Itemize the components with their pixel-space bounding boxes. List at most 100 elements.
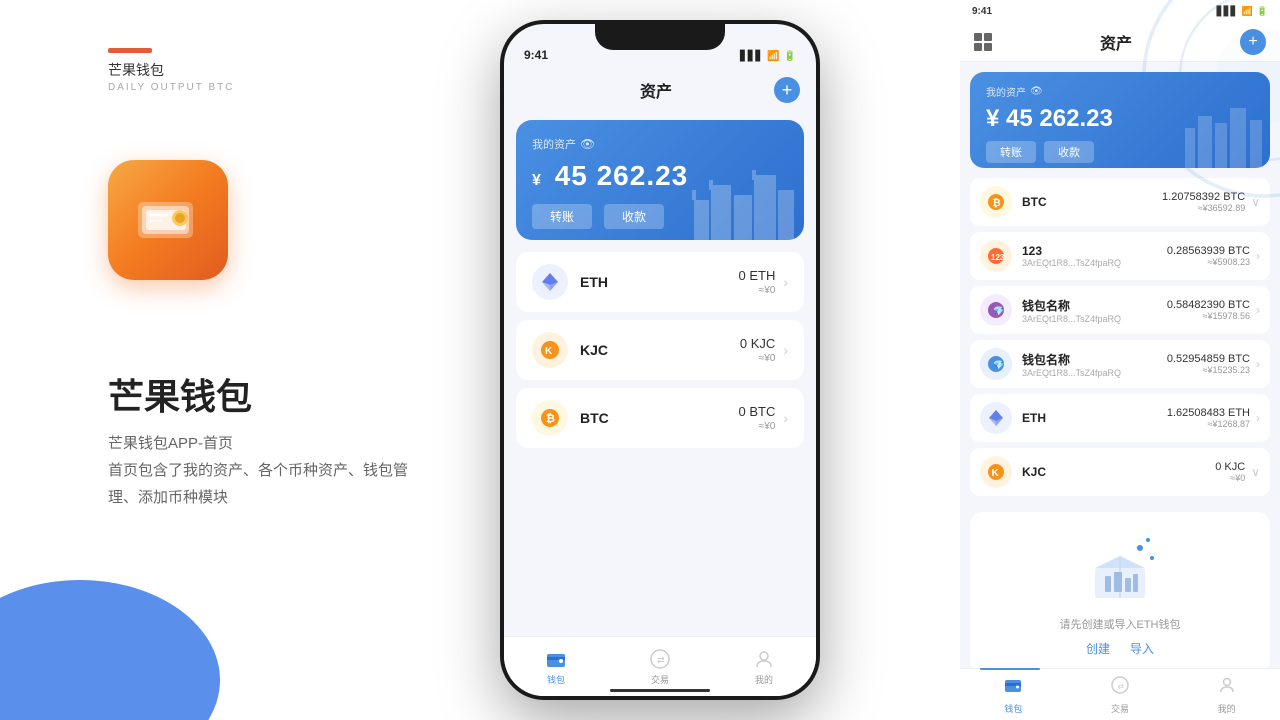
kjc-name: KJC (580, 342, 740, 358)
eth-balance: 0 ETH ≈¥0 (738, 268, 775, 296)
app-title-main: 芒果钱包 (108, 368, 252, 420)
btc-balance: 0 BTC ≈¥0 (738, 404, 775, 432)
eth-name: ETH (580, 274, 738, 290)
right-transfer-button[interactable]: 转账 (986, 141, 1036, 163)
phone-header-title: 资产 (640, 78, 672, 102)
eth-info: ETH (580, 274, 738, 290)
kjc-logo: K (532, 332, 568, 368)
right-coin-wallet1[interactable]: 💎 钱包名称 3ArEQt1R8...TsZ4fpaRQ 0.58482390 … (970, 286, 1270, 334)
right-btc-balance: 1.20758392 BTC ≈¥36592.89 (1162, 191, 1245, 213)
empty-illustration: + (1070, 528, 1170, 608)
right-123-balance: 0.28563939 BTC ≈¥5908.23 (1167, 245, 1250, 267)
right-asset-label: 我的资产 👁 (986, 84, 1254, 99)
tx-nav-label: 交易 (651, 673, 669, 686)
right-coin-eth[interactable]: ETH 1.62508483 ETH ≈¥1268.87 › (970, 394, 1270, 442)
phone-transfer-button[interactable]: 转账 (532, 204, 592, 229)
right-wallet2-balance: 0.52954859 BTC ≈¥15235.23 (1167, 353, 1250, 375)
svg-text:💎: 💎 (993, 306, 1004, 316)
kjc-arrow-icon: › (783, 342, 788, 358)
phone-coin-btc[interactable]: ₿ BTC 0 BTC ≈¥0 › (516, 388, 804, 448)
app-desc: 芒果钱包APP-首页 首页包含了我的资产、各个币种资产、钱包管 理、添加币种模块 (108, 430, 408, 511)
right-coin-123[interactable]: 123 123 3ArEQt1R8...TsZ4fpaRQ 0.28563939… (970, 232, 1270, 280)
right-wallet-nav-icon (1003, 675, 1023, 700)
phone-nav-tx[interactable]: ⇄ 交易 (648, 647, 672, 686)
wallet-nav-icon (544, 647, 568, 671)
grid-dot-1 (974, 33, 982, 41)
right-empty-state: + 请先创建或导入ETH钱包 创建 导入 (970, 512, 1270, 673)
phone-nav-profile[interactable]: 我的 (752, 647, 776, 686)
left-section: 芒果钱包 DAILY OUTPUT BTC 芒果钱包 芒果钱包APP-首页 首页… (0, 0, 500, 720)
grid-icon[interactable] (520, 81, 538, 99)
phone-receive-button[interactable]: 收款 (604, 204, 664, 229)
import-wallet-button[interactable]: 导入 (1130, 640, 1154, 657)
svg-text:💎: 💎 (993, 360, 1004, 370)
right-kjc-logo: K (980, 456, 1012, 488)
grid-dot-3 (974, 43, 982, 51)
battery-icon: 🔋 (784, 51, 796, 62)
right-eye-icon[interactable]: 👁 (1030, 86, 1043, 97)
right-grid-icon[interactable] (974, 33, 992, 51)
right-kjc-balance: 0 KJC ≈¥0 (1215, 461, 1245, 483)
right-kjc-info: KJC (1022, 465, 1215, 479)
right-btc-logo: ₿ (980, 186, 1012, 218)
empty-state-text: 请先创建或导入ETH钱包 (986, 616, 1254, 632)
right-battery-icon: 🔋 (1257, 6, 1268, 17)
right-nav-profile[interactable]: 我的 (1217, 675, 1237, 715)
btc-arrow-icon: › (783, 410, 788, 426)
right-panel: 9:41 ▋▋▋ 📶 🔋 资产 + 我的资产 👁 ¥ 45 262.23 转账 … (960, 0, 1280, 720)
svg-text:K: K (992, 468, 1000, 479)
btc-name: BTC (580, 410, 738, 426)
right-header-title: 资产 (1100, 30, 1132, 54)
subtitle-group: 芒果钱包 DAILY OUTPUT BTC (108, 60, 234, 93)
right-123-info: 123 3ArEQt1R8...TsZ4fpaRQ (1022, 244, 1167, 268)
right-wallet2-logo: 💎 (980, 348, 1012, 380)
right-nav-wallet[interactable]: 钱包 (1003, 675, 1023, 715)
right-bottom-nav: 钱包 ⇄ 交易 我的 (960, 668, 1280, 720)
phone-asset-label: 我的资产 👁 (532, 136, 788, 152)
blue-blob-decoration (0, 580, 220, 720)
phone-asset-card: 我的资产 👁 ¥ 45 262.23 转账 收款 (516, 120, 804, 240)
right-nav-tx[interactable]: ⇄ 交易 (1110, 675, 1130, 715)
right-profile-nav-label: 我的 (1218, 702, 1236, 715)
right-123-arrow-icon: › (1256, 249, 1260, 263)
right-receive-button[interactable]: 收款 (1044, 141, 1094, 163)
svg-text:₿: ₿ (546, 413, 555, 425)
right-eth-info: ETH (1022, 411, 1167, 425)
right-profile-nav-icon (1217, 675, 1237, 700)
right-wifi-icon: 📶 (1242, 6, 1253, 17)
profile-nav-label: 我的 (755, 673, 773, 686)
red-bar (108, 48, 152, 53)
right-nav-active-indicator (980, 668, 1040, 670)
phone-coin-list: ETH 0 ETH ≈¥0 › K KJC 0 (504, 252, 816, 636)
phone-inner: 9:41 ▋▋▋ 📶 🔋 资产 + (504, 24, 816, 696)
right-eth-logo (980, 402, 1012, 434)
tx-nav-icon: ⇄ (648, 647, 672, 671)
phone-coin-eth[interactable]: ETH 0 ETH ≈¥0 › (516, 252, 804, 312)
btc-logo: ₿ (532, 400, 568, 436)
create-wallet-button[interactable]: 创建 (1086, 640, 1110, 657)
wallet-nav-label: 钱包 (547, 673, 565, 686)
right-coin-kjc[interactable]: K KJC 0 KJC ≈¥0 ∨ (970, 448, 1270, 496)
eye-icon[interactable]: 👁 (580, 137, 595, 151)
right-wallet1-balance: 0.58482390 BTC ≈¥15978.56 (1167, 299, 1250, 321)
svg-text:K: K (545, 346, 553, 357)
kjc-balance: 0 KJC ≈¥0 (740, 336, 775, 364)
right-coin-btc[interactable]: ₿ BTC 1.20758392 BTC ≈¥36592.89 ∨ (970, 178, 1270, 226)
phone-status-time: 9:41 (524, 48, 548, 62)
right-add-button[interactable]: + (1240, 29, 1266, 55)
phone-coin-kjc[interactable]: K KJC 0 KJC ≈¥0 › (516, 320, 804, 380)
phone-nav-wallet[interactable]: 钱包 (544, 647, 568, 686)
right-kjc-arrow-icon: ∨ (1251, 465, 1260, 479)
phone-bottom-nav: 钱包 ⇄ 交易 我的 (504, 636, 816, 696)
right-eth-arrow-icon: › (1256, 411, 1260, 425)
right-coin-wallet2[interactable]: 💎 钱包名称 3ArEQt1R8...TsZ4fpaRQ 0.52954859 … (970, 340, 1270, 388)
wifi-icon: 📶 (767, 51, 779, 62)
right-123-logo: 123 (980, 240, 1012, 272)
kjc-info: KJC (580, 342, 740, 358)
add-wallet-button[interactable]: + (774, 77, 800, 103)
right-btc-arrow-icon: ∨ (1251, 195, 1260, 209)
phone-status-icons: ▋▋▋ 📶 🔋 (740, 51, 796, 62)
app-icon-container (108, 160, 228, 280)
profile-nav-icon (752, 647, 776, 671)
grid-dot-4 (984, 43, 992, 51)
